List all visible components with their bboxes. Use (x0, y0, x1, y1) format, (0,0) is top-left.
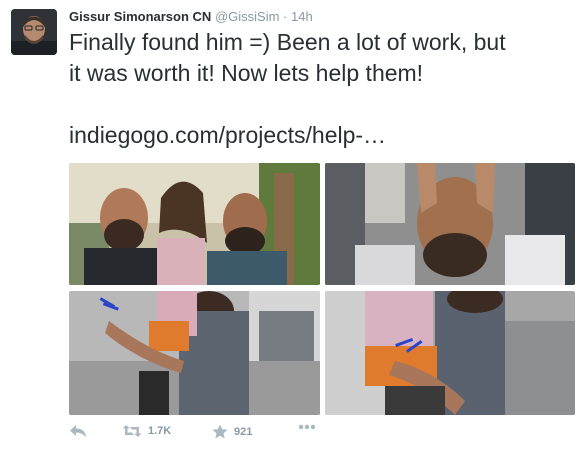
reply-button[interactable] (69, 424, 87, 438)
tweet-timestamp[interactable]: 14h (291, 9, 313, 24)
author-name[interactable]: Gissur Simonarson CN (69, 9, 211, 24)
tweet-text-line-1: Finally found him =) Been a lot of work,… (69, 29, 506, 55)
avatar[interactable] (11, 9, 57, 55)
separator-dot: · (283, 9, 288, 24)
retweet-button[interactable]: 1.7K (122, 424, 171, 438)
favorite-count: 921 (234, 425, 253, 438)
favorite-star-icon (212, 424, 228, 439)
tweet-link[interactable]: indiegogo.com/projects/help-… (69, 120, 579, 151)
retweet-icon (122, 424, 142, 438)
tweet-photo-4[interactable] (325, 291, 575, 415)
more-icon (298, 424, 316, 430)
photo-grid (69, 163, 575, 415)
more-button[interactable] (298, 424, 316, 430)
tweet-text: Finally found him =) Been a lot of work,… (69, 27, 579, 151)
reply-icon (69, 424, 87, 438)
retweet-count: 1.7K (148, 425, 172, 437)
tweet-photo-3[interactable] (69, 291, 320, 415)
tweet-photo-1[interactable] (69, 163, 320, 285)
tweet-text-line-2: it was worth it! Now lets help them! (69, 60, 424, 86)
favorite-button[interactable]: 921 (212, 424, 252, 439)
author-handle[interactable]: @GissiSim (215, 9, 279, 24)
tweet-photo-2[interactable] (325, 163, 575, 285)
tweet-header: Gissur Simonarson CN @GissiSim · 14h (69, 9, 313, 25)
